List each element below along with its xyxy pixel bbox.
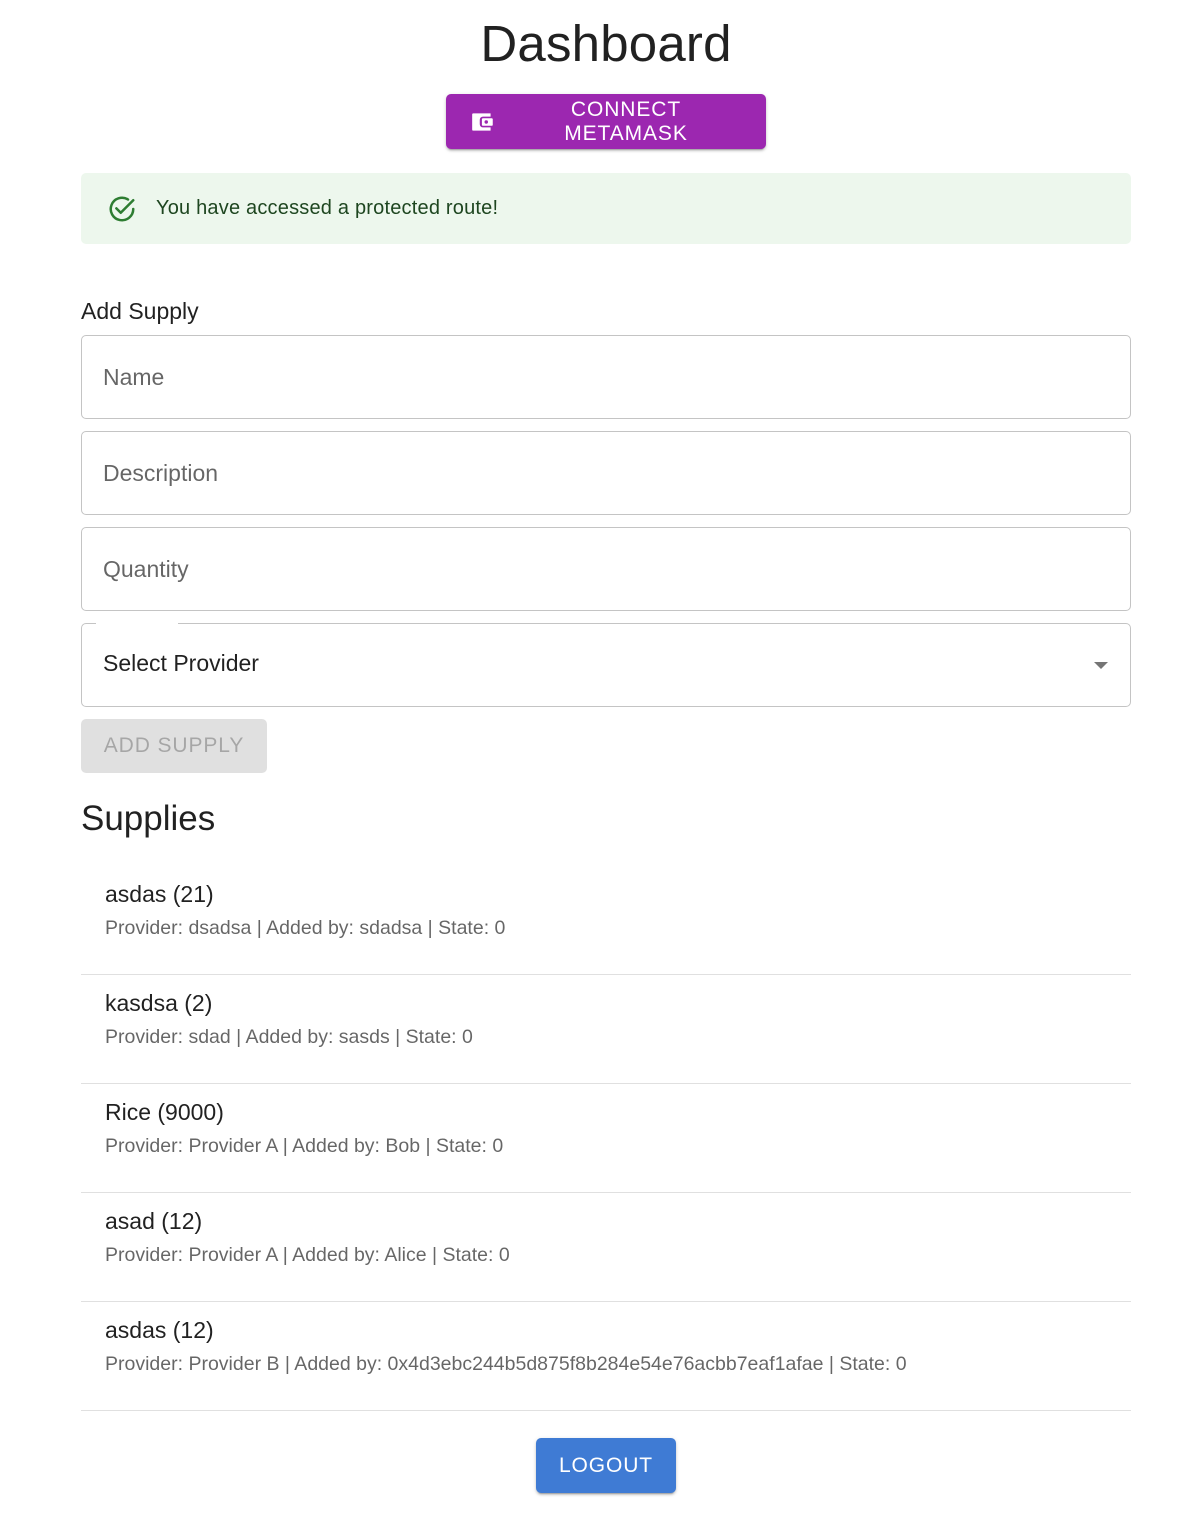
add-supply-heading: Add Supply bbox=[81, 298, 199, 324]
quantity-input[interactable] bbox=[82, 528, 1130, 610]
connect-metamask-label: CONNECT METAMASK bbox=[564, 97, 688, 145]
arrow-drop-down-icon bbox=[1092, 656, 1110, 674]
supplies-heading: Supplies bbox=[81, 799, 216, 838]
supply-details: Provider: sdad | Added by: sasds | State… bbox=[105, 1026, 473, 1048]
supply-name: asad (12) bbox=[105, 1208, 203, 1234]
provider-select[interactable]: Select Provider bbox=[81, 622, 1131, 707]
supply-details: Provider: Provider A | Added by: Alice |… bbox=[105, 1244, 510, 1266]
page-title: Dashboard bbox=[480, 15, 732, 72]
supply-details: Provider: dsadsa | Added by: sdadsa | St… bbox=[105, 917, 506, 939]
list-item: asad (12) Provider: Provider A | Added b… bbox=[81, 1193, 1131, 1302]
supply-name: asdas (21) bbox=[105, 881, 214, 907]
success-alert: You have accessed a protected route! bbox=[81, 173, 1131, 244]
list-item: kasdsa (2) Provider: sdad | Added by: sa… bbox=[81, 975, 1131, 1084]
supply-details: Provider: Provider A | Added by: Bob | S… bbox=[105, 1135, 504, 1157]
add-supply-button[interactable]: ADD SUPPLY bbox=[81, 719, 267, 773]
provider-select-value: Select Provider bbox=[103, 650, 259, 676]
description-input[interactable] bbox=[82, 432, 1130, 514]
check-circle-icon bbox=[107, 194, 137, 224]
quantity-field bbox=[81, 527, 1131, 611]
select-label-notch bbox=[96, 622, 178, 626]
list-item: asdas (21) Provider: dsadsa | Added by: … bbox=[81, 866, 1131, 975]
supply-details: Provider: Provider B | Added by: 0x4d3eb… bbox=[105, 1353, 907, 1375]
name-field bbox=[81, 335, 1131, 419]
connect-metamask-button[interactable]: CONNECT METAMASK bbox=[446, 94, 766, 149]
description-field bbox=[81, 431, 1131, 515]
list-item: asdas (12) Provider: Provider B | Added … bbox=[81, 1302, 1131, 1411]
logout-button[interactable]: LOGOUT bbox=[536, 1438, 676, 1493]
supply-name: kasdsa (2) bbox=[105, 990, 213, 1016]
list-item: Rice (9000) Provider: Provider A | Added… bbox=[81, 1084, 1131, 1193]
supply-name: Rice (9000) bbox=[105, 1099, 224, 1125]
supplies-list: asdas (21) Provider: dsadsa | Added by: … bbox=[81, 866, 1131, 1411]
wallet-icon bbox=[470, 109, 496, 135]
supply-name: asdas (12) bbox=[105, 1317, 214, 1343]
alert-message: You have accessed a protected route! bbox=[156, 197, 499, 219]
name-input[interactable] bbox=[82, 336, 1130, 418]
